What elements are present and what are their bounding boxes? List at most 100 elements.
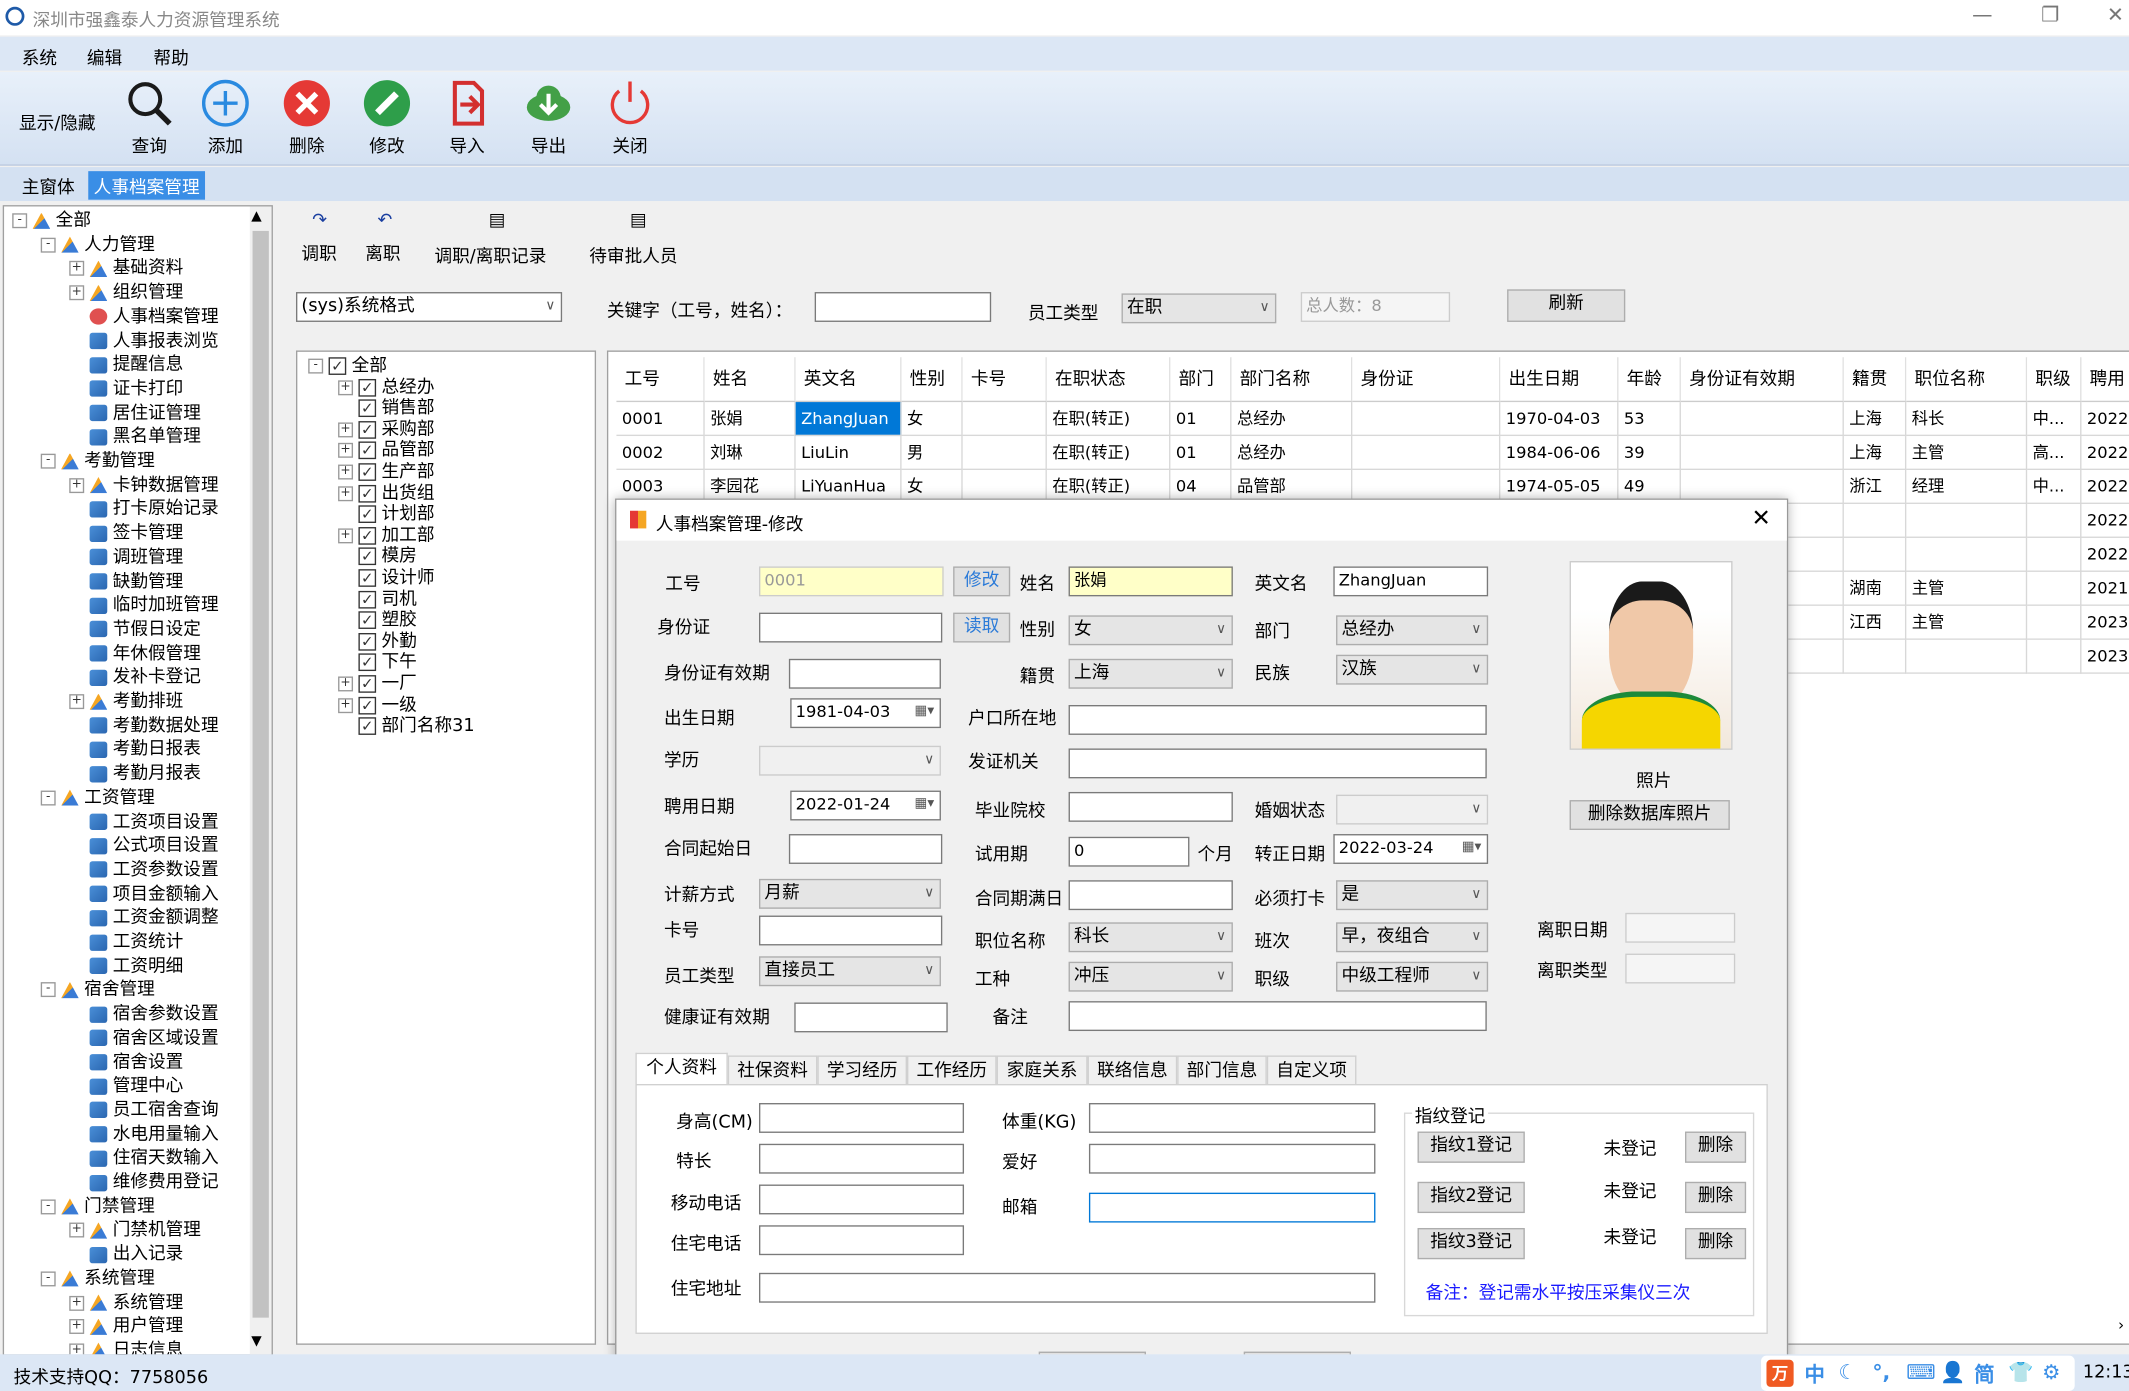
table-cell[interactable]: 53 <box>1618 402 1681 437</box>
field-idcard[interactable] <box>758 612 943 643</box>
table-cell[interactable]: 浙江 <box>1843 470 1907 504</box>
expand-icon[interactable]: + <box>338 379 354 395</box>
checkbox-checked-icon[interactable]: ✓ <box>358 696 377 714</box>
nav-item[interactable]: 居住证管理 <box>69 402 201 425</box>
expand-icon[interactable]: + <box>69 1319 85 1335</box>
field-id[interactable]: 0001 <box>758 566 944 597</box>
ime-keyboard-icon[interactable]: ⌨ <box>1906 1360 1935 1384</box>
field-en[interactable]: ZhangJuan <box>1333 566 1489 597</box>
checkbox-checked-icon[interactable]: ✓ <box>358 717 377 736</box>
nav-item[interactable]: 工资金额调整 <box>69 906 219 929</box>
nav-item[interactable]: 证卡打印 <box>69 377 183 400</box>
menu-system[interactable]: 系统 <box>22 43 57 69</box>
table-cell[interactable]: 刘琳 <box>704 436 796 471</box>
nav-item[interactable]: 打卡原始记录 <box>69 498 219 521</box>
field-leave_type[interactable] <box>1625 953 1736 984</box>
table-cell[interactable] <box>1843 503 1907 538</box>
table-cell[interactable] <box>1843 639 1907 674</box>
refresh-button[interactable]: 刷新 <box>1507 289 1626 322</box>
edit-button[interactable]: 修改 <box>352 77 423 158</box>
resign-button[interactable]: 离职 <box>365 239 400 265</box>
checkbox-checked-icon[interactable]: ✓ <box>358 611 377 630</box>
nav-item[interactable]: - 全部 <box>12 209 91 232</box>
nav-item[interactable]: 工资项目设置 <box>69 810 219 833</box>
select-sex[interactable]: 女 ∨ <box>1068 615 1233 646</box>
table-cell[interactable] <box>2027 503 2082 538</box>
field-school[interactable] <box>1068 791 1233 822</box>
table-cell[interactable]: 2022 <box>2081 402 2129 437</box>
expand-icon[interactable]: + <box>69 1223 85 1239</box>
format-select[interactable]: (sys)系统格式 ∨ <box>295 292 563 322</box>
table-cell[interactable]: 上海 <box>1843 436 1907 471</box>
table-cell[interactable]: 上海 <box>1843 402 1907 437</box>
nav-item[interactable]: 公式项目设置 <box>69 834 219 857</box>
table-cell[interactable]: 2023 <box>2081 640 2129 674</box>
table-cell[interactable] <box>962 436 1047 471</box>
table-cell[interactable]: 2021 <box>2081 572 2129 606</box>
nav-item[interactable]: 工资统计 <box>69 931 183 954</box>
table-cell[interactable]: 2022 <box>2081 436 2129 471</box>
collapse-icon[interactable]: - <box>40 237 56 253</box>
checkbox-checked-icon[interactable]: ✓ <box>358 653 377 672</box>
nav-item[interactable]: 宿舍区域设置 <box>69 1027 219 1050</box>
nav-item[interactable]: 考勤数据处理 <box>69 714 219 737</box>
select-shift[interactable]: 早，夜组合 ∨ <box>1336 922 1489 953</box>
select-edu[interactable]: ∨ <box>758 745 941 776</box>
table-cell[interactable] <box>1352 402 1501 437</box>
menu-help[interactable]: 帮助 <box>153 43 188 69</box>
nav-item[interactable]: + 用户管理 <box>69 1315 183 1338</box>
nav-item[interactable]: 水电用量输入 <box>69 1123 219 1146</box>
column-header[interactable]: 职级 <box>2027 357 2082 403</box>
table-cell[interactable] <box>2027 537 2082 572</box>
field-phone[interactable] <box>758 1225 965 1256</box>
checkbox-checked-icon[interactable]: ✓ <box>358 526 377 545</box>
close-button[interactable]: 关闭 <box>595 77 666 158</box>
nav-item[interactable]: + 基础资料 <box>69 257 183 280</box>
tab-main[interactable]: 主窗体 <box>16 171 80 200</box>
table-cell[interactable]: 01 <box>1170 436 1232 471</box>
table-cell[interactable]: 在职(转正) <box>1046 402 1171 437</box>
table-cell[interactable]: 经理 <box>1906 470 2028 504</box>
select-etype[interactable]: 直接员工 ∨ <box>758 956 941 987</box>
column-header[interactable]: 聘用 <box>2081 357 2129 403</box>
search-button[interactable]: 查询 <box>114 77 185 158</box>
table-cell[interactable]: 科长 <box>1906 402 2028 437</box>
tab-7[interactable]: 自定义项 <box>1266 1055 1357 1085</box>
collapse-icon[interactable]: - <box>40 790 56 806</box>
fingerprint-delete-button[interactable]: 删除 <box>1685 1227 1747 1260</box>
department-item[interactable]: + ✓ 加工部 <box>338 525 435 546</box>
date-regular[interactable]: 2022-03-24 ▦▾ <box>1333 834 1489 864</box>
collapse-icon[interactable]: - <box>40 453 56 469</box>
field-cend[interactable] <box>1068 880 1233 911</box>
select-salary[interactable]: 月薪 ∨ <box>758 878 941 909</box>
scroll-down-icon[interactable]: ▼ <box>251 1334 261 1349</box>
department-item[interactable]: - ✓ 全部 <box>308 356 387 376</box>
column-header[interactable]: 身份证有效期 <box>1680 357 1844 403</box>
department-item[interactable]: + ✓ 一级 <box>338 695 417 715</box>
field-hukou[interactable] <box>1068 705 1487 735</box>
expand-icon[interactable]: + <box>69 477 85 493</box>
table-cell[interactable]: 2022 <box>2081 470 2129 504</box>
nav-item[interactable]: 宿舍设置 <box>69 1051 183 1074</box>
nav-item[interactable]: 年休假管理 <box>69 642 201 665</box>
nav-item[interactable]: + 日志信息 <box>69 1339 183 1355</box>
select-native[interactable]: 上海 ∨ <box>1068 658 1233 689</box>
collapse-icon[interactable]: - <box>40 1199 56 1214</box>
add-button[interactable]: 添加 <box>190 77 261 158</box>
ime-settings-icon[interactable]: ⚙ <box>2042 1360 2060 1384</box>
table-cell[interactable] <box>1906 503 2028 538</box>
expand-icon[interactable]: + <box>69 1295 85 1311</box>
expand-icon[interactable]: + <box>338 676 354 692</box>
column-header[interactable]: 姓名 <box>704 357 796 403</box>
nav-item[interactable]: 维修费用登记 <box>69 1171 219 1194</box>
keyword-input[interactable] <box>814 292 992 322</box>
nav-item[interactable]: - 门禁管理 <box>40 1195 155 1218</box>
table-cell[interactable]: 男 <box>901 436 963 471</box>
fingerprint-register-button[interactable]: 指纹1登记 <box>1417 1131 1525 1163</box>
employee-type-select[interactable]: 在职 ∨ <box>1121 293 1277 324</box>
fingerprint-delete-button[interactable]: 删除 <box>1685 1181 1747 1214</box>
field-card[interactable] <box>758 915 943 946</box>
select-dept[interactable]: 总经办 ∨ <box>1336 615 1489 646</box>
table-cell[interactable]: 2023 <box>2081 606 2129 640</box>
select-nation[interactable]: 汉族 ∨ <box>1336 654 1489 685</box>
